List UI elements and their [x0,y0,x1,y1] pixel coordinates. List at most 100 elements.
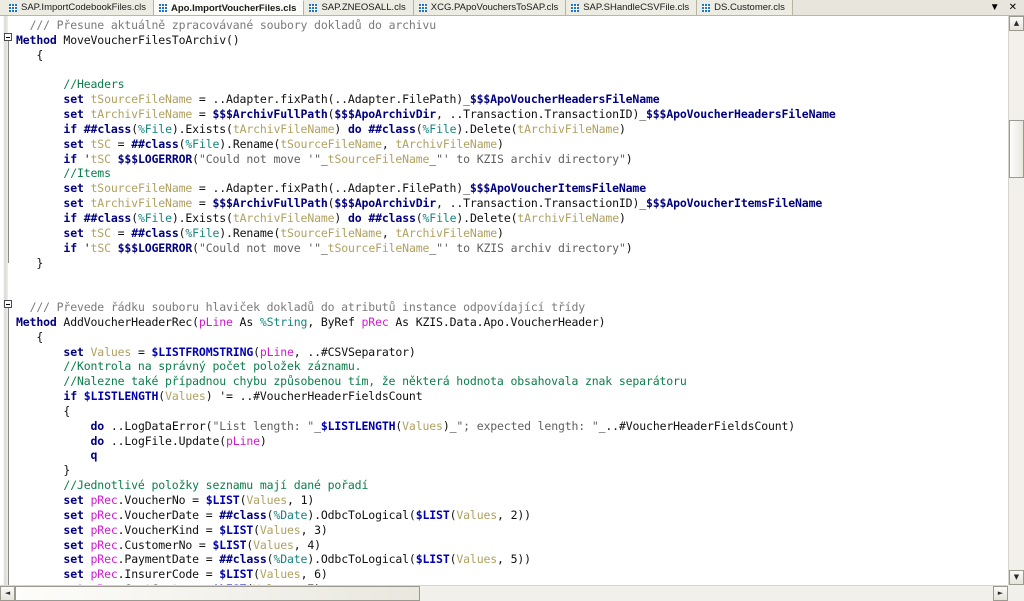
code-token: $$$ApoVoucherItemsFileName [646,196,823,211]
editor-pane: /// Přesune aktuálně zpracovávané soubor… [0,16,1024,601]
code-token: do [90,418,105,433]
code-line: set pRec.CustomerNo = $LIST(Values, 4) [16,538,1008,553]
code-token: %File [422,121,457,136]
code-token: ) [334,121,348,136]
horizontal-scrollbar-thumb[interactable] [15,586,420,601]
code-token: , ..#CSVSeparator) [293,344,416,359]
code-token: set [63,92,84,107]
code-token: , 4) [293,537,321,552]
tab-sap-zneosall[interactable]: SAP.ZNEOSALL.cls [304,0,414,15]
code-token: pRec [90,552,118,567]
vertical-scrollbar-thumb[interactable] [1009,120,1024,178]
tab-xcg-papovoucherstosap[interactable]: XCG.PApoVouchersToSAP.cls [413,0,567,15]
code-token: set [63,181,84,196]
fold-region-line-2 [7,308,9,585]
code-line: set pRec.VoucherDate = ##class(%Date).Od… [16,508,1008,523]
code-line: set pRec.VoucherNo = $LIST(Values, 1) [16,493,1008,508]
code-token: tSourceFileName [280,136,382,151]
class-file-icon [418,3,427,12]
code-token: $$$ApoArchivDir [334,196,437,211]
code-token: ##class [131,225,179,240]
code-token: do [347,121,362,136]
fold-gutter[interactable] [0,16,17,585]
code-token: %File [137,121,172,136]
scroll-down-button[interactable]: ▼ [1009,570,1024,585]
scrollbar-corner [1008,585,1024,601]
code-token: set [63,537,84,552]
code-token: set [63,552,84,567]
code-editor-window: SAP.ImportCodebookFiles.cls Apo.ImportVo… [0,0,1024,601]
scroll-left-button[interactable]: ◄ [0,586,15,601]
code-token: pRec [361,314,389,329]
code-token: ( [192,151,199,166]
code-line: set pRec.VoucherKind = $LIST(Values, 3) [16,523,1008,538]
code-token: , 2)) [497,507,531,522]
code-token: $$$ArchivFullPath [212,107,328,122]
tab-label: SAP.ZNEOSALL.cls [321,2,406,13]
code-token: pRec [90,493,118,507]
tab-label: DS.Customer.cls [714,2,785,13]
code-token: , 6) [300,567,328,582]
source-code[interactable]: /// Přesune aktuálně zpracovávané soubor… [16,16,1008,585]
code-text-area[interactable]: /// Přesune aktuálně zpracovávané soubor… [16,16,1008,585]
horizontal-scrollbar[interactable]: ◄ ► [0,585,1008,601]
code-line: q [16,448,1008,463]
code-token: .InsurerCode = [117,567,220,582]
code-token: ).Rename( [219,225,281,240]
chevron-down-icon[interactable]: ▼ [990,2,1000,13]
code-token: ) [497,225,504,240]
tab-sap-shandlecsvfile[interactable]: SAP.SHandleCSVFile.cls [566,0,698,15]
scroll-up-button[interactable]: ▲ [1009,16,1024,31]
scroll-right-button[interactable]: ► [993,586,1008,601]
code-token: $$$ApoVoucherHeadersFileName [469,92,660,107]
code-line: /// Přesune aktuálně zpracovávané soubor… [16,18,1008,33]
code-token: %Date [273,507,308,522]
code-token: //Items [63,166,111,181]
code-token: set [63,522,84,537]
vertical-scrollbar[interactable]: ▲ ▼ [1008,16,1024,585]
fold-marker-addvoucherheaderrec[interactable] [4,300,12,308]
code-token: //Nalezne také případnou chybu způsobeno… [63,374,687,389]
code-token: Values [259,567,301,582]
code-token: ) [625,151,633,166]
fold-marker-movevoucherfilestoarchiv[interactable] [4,33,12,41]
tab-sap-importcodebookfiles[interactable]: SAP.ImportCodebookFiles.cls [0,0,154,15]
code-token: ##class [219,507,267,522]
code-token: ( [192,240,199,255]
code-token: ##class [368,210,416,225]
code-line: Method AddVoucherHeaderRec(pLine As %Str… [16,315,1008,330]
code-token: Values [402,418,443,433]
code-line: if 'tSC $$$LOGERROR("Could not move '"_t… [16,152,1008,167]
code-token: ##class [83,121,132,136]
code-token: , [381,225,396,240]
code-token: Values [246,493,288,507]
code-token: set [63,136,84,151]
code-token: tArchivFileName [90,196,193,211]
code-line: set pRec.PaymentDate = ##class(%Date).Od… [16,552,1008,567]
tab-ds-customer[interactable]: DS.Customer.cls [697,0,793,15]
tab-label: XCG.PApoVouchersToSAP.cls [430,2,559,13]
code-token: /// Převede řádku souboru hlaviček dokla… [29,300,586,315]
code-token: //Headers [63,77,125,92]
code-token: $$$ApoVoucherHeadersFileName [646,107,836,122]
tab-apo-importvoucherfiles[interactable]: Apo.ImportVoucherFiles.cls [153,0,305,15]
tab-bar-controls: ▼ ✕ [989,0,1024,15]
code-line: do ..LogFile.Update(pLine) [16,434,1008,449]
code-token: %File [185,225,220,240]
code-token: .PaymentDate = [117,552,220,567]
close-icon[interactable]: ✕ [1009,2,1017,13]
code-token: = [192,107,213,122]
tab-label: SAP.SHandleCSVFile.cls [583,2,690,13]
